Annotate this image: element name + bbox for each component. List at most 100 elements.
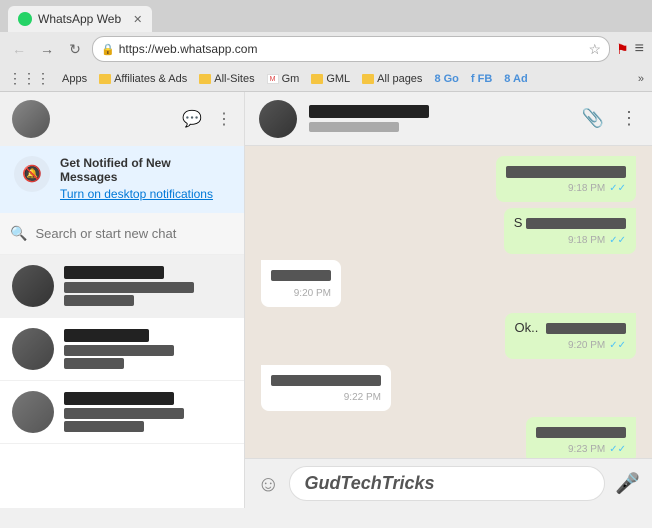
bookmarks-more-button[interactable]: » — [638, 73, 644, 85]
chat-name-bar — [64, 266, 232, 279]
flag-icon[interactable]: ⚑ — [616, 41, 629, 58]
chat-name — [64, 266, 164, 279]
bookmark-gml[interactable]: GML — [311, 73, 350, 85]
chat-preview-2 — [64, 358, 124, 369]
bookmark-apps[interactable]: Apps — [62, 73, 87, 85]
message-text-blurred — [536, 427, 626, 438]
bookmark-ad[interactable]: 8 Ad — [504, 73, 527, 85]
sent-bubble: 9:23 PM ✓✓ — [526, 417, 636, 458]
forward-button[interactable]: → — [36, 38, 58, 60]
contact-avatar[interactable] — [259, 100, 297, 138]
chat-name — [64, 329, 149, 342]
message-text-blurred — [546, 323, 626, 334]
chat-preview — [64, 345, 174, 356]
refresh-button[interactable]: ↻ — [64, 38, 86, 60]
bubble-meta: 9:22 PM — [271, 391, 381, 405]
message-text: S — [514, 215, 523, 230]
apps-grid-icon[interactable]: ⋮⋮⋮ — [8, 70, 50, 87]
search-input[interactable] — [35, 226, 234, 241]
message-input[interactable]: GudTechTricks — [289, 466, 605, 501]
right-header-icons: 📎 ⋮ — [582, 108, 638, 129]
chat-item[interactable] — [0, 381, 244, 444]
bookmark-go[interactable]: 8 Go — [434, 73, 458, 85]
bookmark-gmail[interactable]: M Gm — [267, 73, 300, 85]
received-bubble: 9:20 PM — [261, 260, 341, 306]
message-time: 9:22 PM — [344, 391, 381, 405]
message-time: 9:20 PM — [294, 287, 331, 301]
chat-avatar — [12, 391, 54, 433]
message-text-blurred — [271, 270, 331, 281]
chat-preview-2 — [64, 421, 144, 432]
notification-banner: 🔕 Get Notified of New Messages Turn on d… — [0, 146, 244, 213]
bookmarks-bar: ⋮⋮⋮ Apps Affiliates & Ads All-Sites M Gm… — [0, 66, 652, 92]
browser-controls: ← → ↻ 🔒 https://web.whatsapp.com ☆ ⚑ ≡ — [0, 32, 652, 66]
chat-list — [0, 255, 244, 508]
chat-avatar — [12, 328, 54, 370]
message-row: 9:20 PM — [261, 260, 636, 306]
user-avatar[interactable] — [12, 100, 50, 138]
new-chat-icon[interactable]: 💬 — [182, 109, 202, 129]
bookmark-star-icon[interactable]: ☆ — [589, 41, 602, 58]
chat-name-bar — [64, 392, 232, 405]
chat-area: 9:18 PM ✓✓ S 9:18 PM ✓✓ — [245, 146, 652, 458]
read-tick: ✓✓ — [609, 443, 626, 457]
tab-close-button[interactable]: ✕ — [133, 13, 142, 26]
mic-button[interactable]: 🎤 — [615, 471, 640, 496]
attachment-icon[interactable]: 📎 — [582, 108, 604, 129]
bell-symbol: 🔕 — [22, 164, 42, 184]
left-header-icons: 💬 ⋮ — [182, 109, 232, 129]
read-tick: ✓✓ — [609, 234, 626, 248]
address-bar[interactable]: 🔒 https://web.whatsapp.com ☆ — [92, 36, 610, 62]
chrome-menu-icon[interactable]: ≡ — [635, 40, 644, 58]
folder-icon — [362, 74, 374, 84]
notification-link[interactable]: Turn on desktop notifications — [60, 186, 230, 203]
contact-info — [309, 105, 570, 132]
message-row: Ok.. 9:20 PM ✓✓ — [261, 313, 636, 359]
tab-favicon — [18, 12, 32, 26]
bubble-meta: 9:18 PM ✓✓ — [506, 182, 626, 196]
message-text: Ok.. — [515, 320, 539, 335]
notification-title: Get Notified of New Messages — [60, 156, 230, 184]
whatsapp-container: 💬 ⋮ 🔕 Get Notified of New Messages Turn … — [0, 92, 652, 508]
chat-preview-2 — [64, 295, 134, 306]
folder-icon — [199, 74, 211, 84]
bubble-meta: 9:18 PM ✓✓ — [514, 234, 626, 248]
tab-label: WhatsApp Web — [38, 12, 121, 26]
chat-name-bar — [64, 329, 232, 342]
bookmark-fb[interactable]: f FB — [471, 73, 492, 85]
right-header: 📎 ⋮ — [245, 92, 652, 146]
folder-icon — [311, 74, 323, 84]
more-options-icon[interactable]: ⋮ — [620, 108, 638, 129]
chat-item[interactable] — [0, 255, 244, 318]
chat-footer: ☺ GudTechTricks 🎤 — [245, 458, 652, 508]
message-time: 9:23 PM — [568, 443, 605, 457]
back-button[interactable]: ← — [8, 38, 30, 60]
bookmark-affiliates[interactable]: Affiliates & Ads — [99, 73, 187, 85]
sent-bubble: 9:18 PM ✓✓ — [496, 156, 636, 202]
menu-dots-icon[interactable]: ⋮ — [216, 109, 232, 129]
read-tick: ✓✓ — [609, 339, 626, 353]
footer-brand-text: GudTechTricks — [304, 473, 434, 493]
left-panel: 💬 ⋮ 🔕 Get Notified of New Messages Turn … — [0, 92, 245, 508]
gmail-icon: M — [267, 74, 279, 84]
message-time: 9:18 PM — [568, 234, 605, 248]
chat-info — [64, 392, 232, 432]
chat-avatar — [12, 265, 54, 307]
address-text: https://web.whatsapp.com — [119, 42, 258, 56]
bookmark-allpages[interactable]: All pages — [362, 73, 422, 85]
received-bubble: 9:22 PM — [261, 365, 391, 411]
bookmark-allsites[interactable]: All-Sites — [199, 73, 254, 85]
bubble-meta: 9:23 PM ✓✓ — [536, 443, 626, 457]
read-tick: ✓✓ — [609, 182, 626, 196]
search-bar: 🔍 — [0, 213, 244, 255]
sent-bubble: S 9:18 PM ✓✓ — [504, 208, 636, 254]
chat-preview — [64, 408, 184, 419]
active-tab[interactable]: WhatsApp Web ✕ — [8, 6, 152, 32]
contact-name — [309, 105, 429, 118]
message-row: S 9:18 PM ✓✓ — [261, 208, 636, 254]
chat-preview — [64, 282, 194, 293]
lock-icon: 🔒 — [101, 43, 115, 56]
chat-item[interactable] — [0, 318, 244, 381]
contact-status — [309, 122, 399, 132]
emoji-button[interactable]: ☺ — [257, 471, 279, 497]
